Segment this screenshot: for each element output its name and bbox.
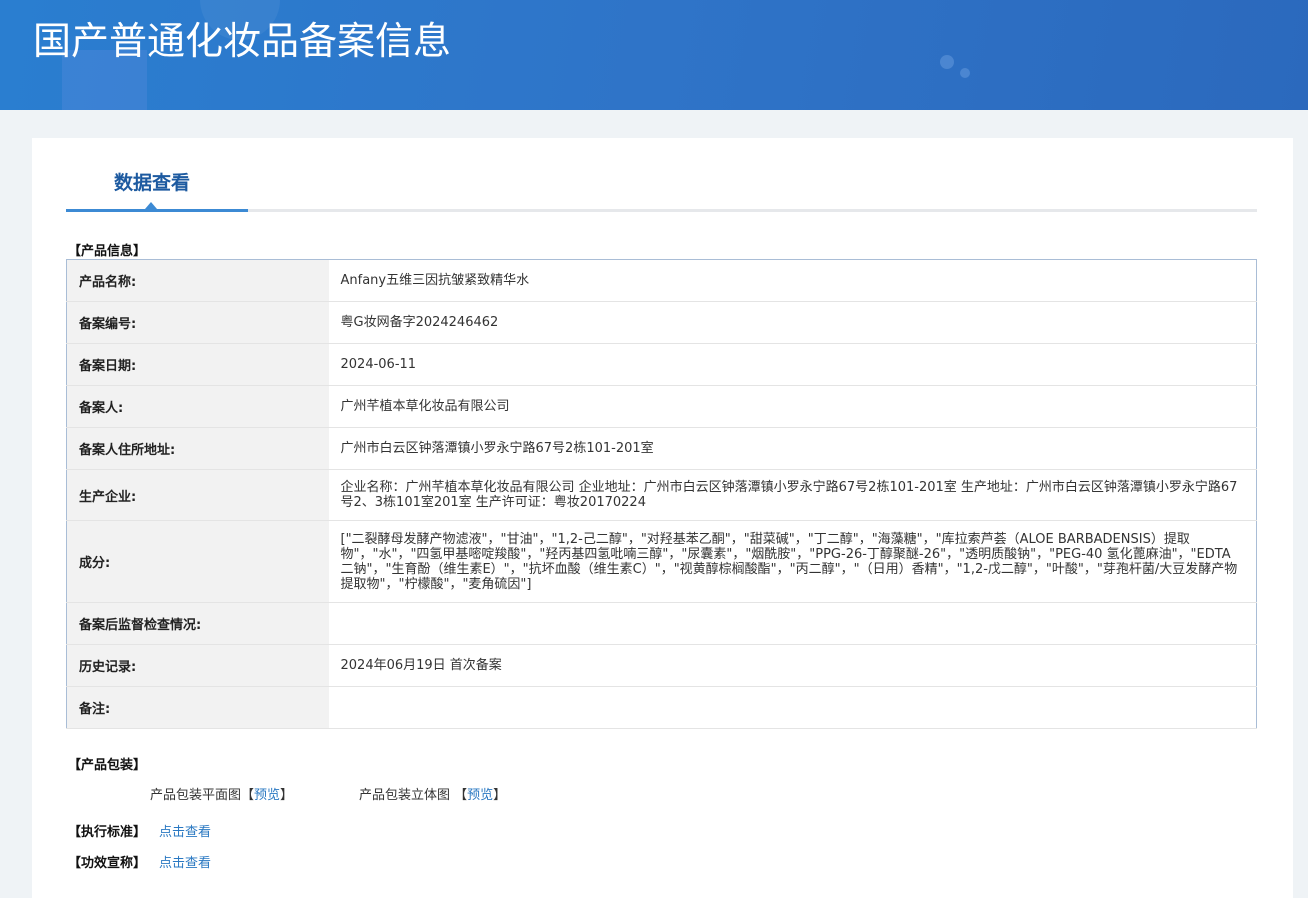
page-header: 国产普通化妆品备案信息 <box>0 0 1308 110</box>
table-row: 备案日期: 2024-06-11 <box>66 343 1257 386</box>
row-value: 广州市白云区钟落潭镇小罗永宁路67号2栋101-201室 <box>328 427 1257 470</box>
content-card: 数据查看 【产品信息】 产品名称: Anfany五维三因抗皱紧致精华水 备案编号: 粤… <box>32 138 1293 898</box>
row-label: 备案人住所地址: <box>66 427 329 470</box>
packaging-flat-label: 产品包装平面图 <box>150 788 242 803</box>
table-row: 备案人: 广州芊植本草化妆品有限公司 <box>66 385 1257 428</box>
packaging-stereo-preview-link[interactable]: 预览 <box>467 788 493 803</box>
packaging-flat: 产品包装平面图【预览】 <box>150 788 294 803</box>
row-label: 历史记录: <box>66 644 329 687</box>
table-row: 产品名称: Anfany五维三因抗皱紧致精华水 <box>66 259 1257 302</box>
efficacy-view-link[interactable]: 点击查看 <box>159 852 211 871</box>
table-row: 备注: <box>66 686 1257 729</box>
section-title-packaging: 【产品包装】 <box>68 758 147 773</box>
section-title-efficacy: 【功效宣称】 <box>68 856 147 871</box>
table-row: 历史记录: 2024年06月19日 首次备案 <box>66 644 1257 687</box>
row-label: 生产企业: <box>66 469 329 521</box>
row-value: 2024年06月19日 首次备案 <box>328 644 1257 687</box>
row-value <box>328 686 1257 729</box>
tab-label: 数据查看 <box>114 172 191 194</box>
product-info-table: 产品名称: Anfany五维三因抗皱紧致精华水 备案编号: 粤G妆网备字2024246… <box>66 259 1257 729</box>
table-row: 成分: ["二裂酵母发酵产物滤液"，"甘油"，"1,2-己二醇"，"对羟基苯乙酮"… <box>66 520 1257 603</box>
table-row: 备案后监督检查情况: <box>66 602 1257 645</box>
row-label: 备案人: <box>66 385 329 428</box>
standard-view-link[interactable]: 点击查看 <box>159 821 211 840</box>
row-value: 粤G妆网备字2024246462 <box>328 301 1257 344</box>
row-value <box>328 602 1257 645</box>
row-label: 备注: <box>66 686 329 729</box>
row-label: 产品名称: <box>66 259 329 302</box>
row-value: Anfany五维三因抗皱紧致精华水 <box>328 259 1257 302</box>
table-row: 备案编号: 粤G妆网备字2024246462 <box>66 301 1257 344</box>
table-row: 生产企业: 企业名称：广州芊植本草化妆品有限公司 企业地址：广州市白云区钟落潭镇小… <box>66 469 1257 521</box>
section-title-product-info: 【产品信息】 <box>68 244 147 259</box>
section-title-standard: 【执行标准】 <box>68 825 147 840</box>
row-label: 成分: <box>66 520 329 603</box>
row-value: 广州芊植本草化妆品有限公司 <box>328 385 1257 428</box>
table-row: 备案人住所地址: 广州市白云区钟落潭镇小罗永宁路67号2栋101-201室 <box>66 427 1257 470</box>
row-value: ["二裂酵母发酵产物滤液"，"甘油"，"1,2-己二醇"，"对羟基苯乙酮"，"甜… <box>328 520 1257 603</box>
packaging-flat-preview-link[interactable]: 预览 <box>254 788 280 803</box>
row-value: 企业名称：广州芊植本草化妆品有限公司 企业地址：广州市白云区钟落潭镇小罗永宁路6… <box>328 469 1257 521</box>
page-title: 国产普通化妆品备案信息 <box>33 19 452 63</box>
tab-data-view[interactable]: 数据查看 <box>66 138 248 212</box>
row-value: 2024-06-11 <box>328 343 1257 386</box>
row-label: 备案编号: <box>66 301 329 344</box>
packaging-stereo-label: 产品包装立体图 <box>359 788 451 803</box>
tab-bar: 数据查看 <box>66 138 1257 212</box>
row-label: 备案日期: <box>66 343 329 386</box>
tab-indicator-arrow-icon <box>145 202 157 209</box>
row-label: 备案后监督检查情况: <box>66 602 329 645</box>
packaging-stereo: 产品包装立体图 【预览】 <box>359 788 507 803</box>
